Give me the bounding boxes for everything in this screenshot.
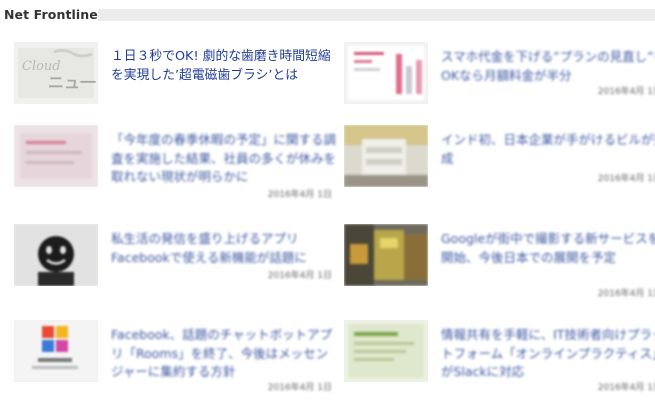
newspaper-logo-thumbnail[interactable]: Cloud ニュ一 — [14, 42, 98, 104]
article-title[interactable]: Facebook、話題のチャットボットアプリ「Rooms」を終了、今後はメッセン… — [111, 326, 339, 382]
article-date: 2016年4月 1日 — [267, 383, 332, 393]
article-title[interactable]: １日３秒でOK! 劇的な歯磨き時間短縮を実現した’超電磁歯ブラシ’とは — [111, 47, 339, 85]
article-title[interactable]: 情報共有を手軽に、IT技術者向けプラットフォーム「オンラインプラクティス」がSl… — [441, 326, 655, 382]
article-date: 2016年4月 1日 — [267, 271, 332, 281]
article-date: 2016年4月 1日 — [267, 190, 332, 200]
article-card[interactable]: Facebook、話題のチャットボットアプリ「Rooms」を終了、今後はメッセン… — [14, 320, 336, 400]
article-card[interactable]: 私生活の発信を盛り上げるアプリFacebookで使える新機能が話題に 2016年… — [14, 224, 336, 304]
article-card[interactable]: Googleが街中で撮影する新サービスを開始、今後日本での展開を予定 2016年… — [344, 224, 655, 304]
article-card[interactable]: 「今年度の春季休暇の予定」に関する調査を実施した結果、社員の多くが休みを取れない… — [14, 125, 336, 205]
article-title[interactable]: Googleが街中で撮影する新サービスを開始、今後日本での展開を予定 — [441, 230, 655, 267]
street-thumbnail[interactable] — [344, 224, 428, 286]
article-card[interactable]: 情報共有を手軽に、IT技術者向けプラットフォーム「オンラインプラクティス」がSl… — [344, 320, 655, 400]
article-card[interactable]: Cloud ニュ一 １日３秒でOK! 劇的な歯磨き時間短縮を実現した’超電磁歯ブ… — [14, 42, 336, 122]
svg-text:ニュ一: ニュ一 — [48, 73, 96, 92]
face-avatar-thumbnail[interactable] — [14, 224, 98, 286]
section-title: Net Frontline — [4, 7, 98, 22]
building-thumbnail[interactable] — [344, 125, 428, 187]
article-card[interactable]: スマホ代金を下げる”プランの見直し”をOKなら月額料金が半分 2016年4月 1… — [344, 42, 655, 122]
article-date: 2016年4月 1日 — [597, 174, 655, 184]
article-title[interactable]: 「今年度の春季休暇の予定」に関する調査を実施した結果、社員の多くが休みを取れない… — [111, 131, 339, 187]
pink-document-thumbnail[interactable] — [14, 125, 98, 187]
svg-text:Cloud: Cloud — [22, 59, 61, 74]
section-header: Net Frontline — [0, 0, 655, 30]
article-title[interactable]: スマホ代金を下げる”プランの見直し”をOKなら月額料金が半分 — [441, 48, 655, 85]
chart-thumbnail[interactable] — [344, 42, 428, 104]
article-title[interactable]: インド初、日本企業が手がけるビルが完成 — [441, 131, 655, 168]
article-date: 2016年4月 1日 — [597, 289, 655, 299]
article-date: 2016年4月 1日 — [597, 383, 655, 393]
header-divider-bar — [98, 9, 655, 21]
green-document-thumbnail[interactable] — [344, 320, 428, 382]
article-date: 2016年4月 1日 — [597, 87, 655, 97]
article-card[interactable]: インド初、日本企業が手がけるビルが完成 2016年4月 1日 — [344, 125, 655, 205]
article-title[interactable]: 私生活の発信を盛り上げるアプリFacebookで使える新機能が話題に — [111, 230, 339, 267]
app-logo-thumbnail[interactable] — [14, 320, 98, 382]
